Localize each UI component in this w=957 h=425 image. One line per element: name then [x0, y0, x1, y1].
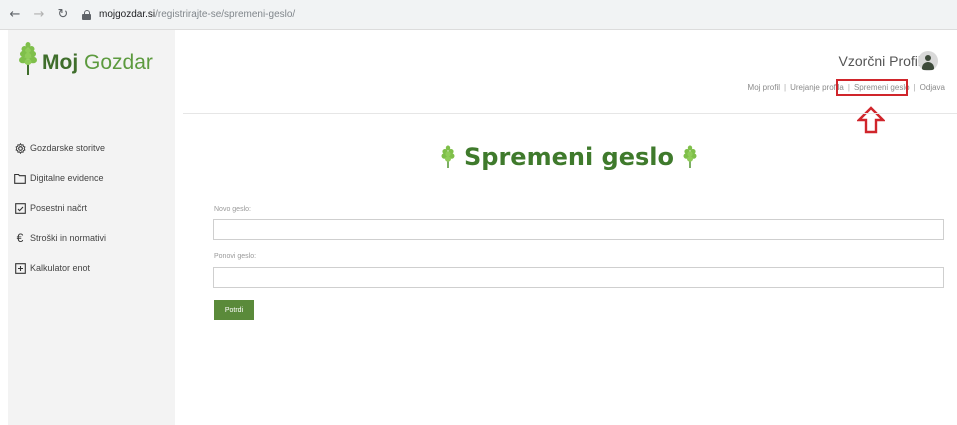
url-path: /registrirajte-se/spremeni-geslo/ [155, 9, 296, 20]
submit-button[interactable]: Potrdi [214, 300, 254, 320]
sidebar-item-label: Kalkulator enot [30, 263, 91, 273]
sidebar-item-digitalne-evidence[interactable]: Digitalne evidence [14, 163, 106, 193]
up-arrow-icon [857, 106, 885, 134]
lock-icon [82, 9, 91, 20]
gear-icon [14, 142, 26, 154]
link-separator: | [913, 83, 916, 92]
tree-icon [683, 145, 697, 168]
header-divider [183, 113, 957, 114]
sidebar-item-gozdarske-storitve[interactable]: Gozdarske storitve [14, 133, 106, 163]
page-title: Spremeni geslo [440, 143, 698, 171]
sidebar-item-posestni-nacrt[interactable]: Posestni načrt [14, 193, 106, 223]
page-title-text: Spremeni geslo [464, 143, 674, 171]
sidebar-menu: Gozdarske storitve Digitalne evidence Po… [14, 133, 106, 283]
tree-logo-icon [19, 42, 37, 75]
highlight-box [836, 79, 908, 96]
link-separator: | [784, 83, 787, 92]
sidebar-item-label: Gozdarske storitve [30, 143, 106, 153]
sidebar-item-label: Posestni načrt [30, 203, 88, 213]
browser-toolbar: ← → ↻ mojgozdar.si/registrirajte-se/spre… [0, 0, 957, 30]
profile-name[interactable]: Vzorčni Profil [839, 53, 921, 69]
repeat-password-field[interactable] [213, 267, 944, 288]
brand-name: Moj Gozdar [42, 50, 153, 76]
avatar-icon[interactable] [918, 51, 938, 71]
back-arrow-icon[interactable]: ← [6, 6, 24, 24]
tree-icon [441, 145, 455, 168]
address-bar[interactable]: mojgozdar.si/registrirajte-se/spremeni-g… [82, 5, 295, 25]
sidebar-item-label: Digitalne evidence [30, 173, 104, 183]
brand-name-regular: Gozdar [84, 51, 153, 74]
brand-name-bold: Moj [42, 51, 79, 74]
forward-arrow-icon[interactable]: → [30, 6, 48, 24]
folder-icon [14, 172, 26, 184]
new-password-field[interactable] [213, 219, 944, 240]
calculator-icon [14, 262, 26, 274]
new-password-label: Novo geslo: [214, 206, 251, 213]
euro-icon: € [16, 231, 24, 245]
brand-logo[interactable]: Moj Gozdar [18, 42, 153, 76]
link-moj-profil[interactable]: Moj profil [748, 83, 780, 92]
sidebar-item-label: Stroški in normativi [30, 233, 107, 243]
document-icon [14, 202, 26, 214]
repeat-password-label: Ponovi geslo: [214, 253, 257, 260]
sidebar-item-kalkulator-enot[interactable]: Kalkulator enot [14, 253, 106, 283]
link-odjava[interactable]: Odjava [920, 83, 945, 92]
url-host: mojgozdar.si [99, 9, 156, 20]
reload-icon[interactable]: ↻ [54, 6, 72, 24]
sidebar-item-stroski-in-normativi[interactable]: € Stroški in normativi [14, 223, 106, 253]
